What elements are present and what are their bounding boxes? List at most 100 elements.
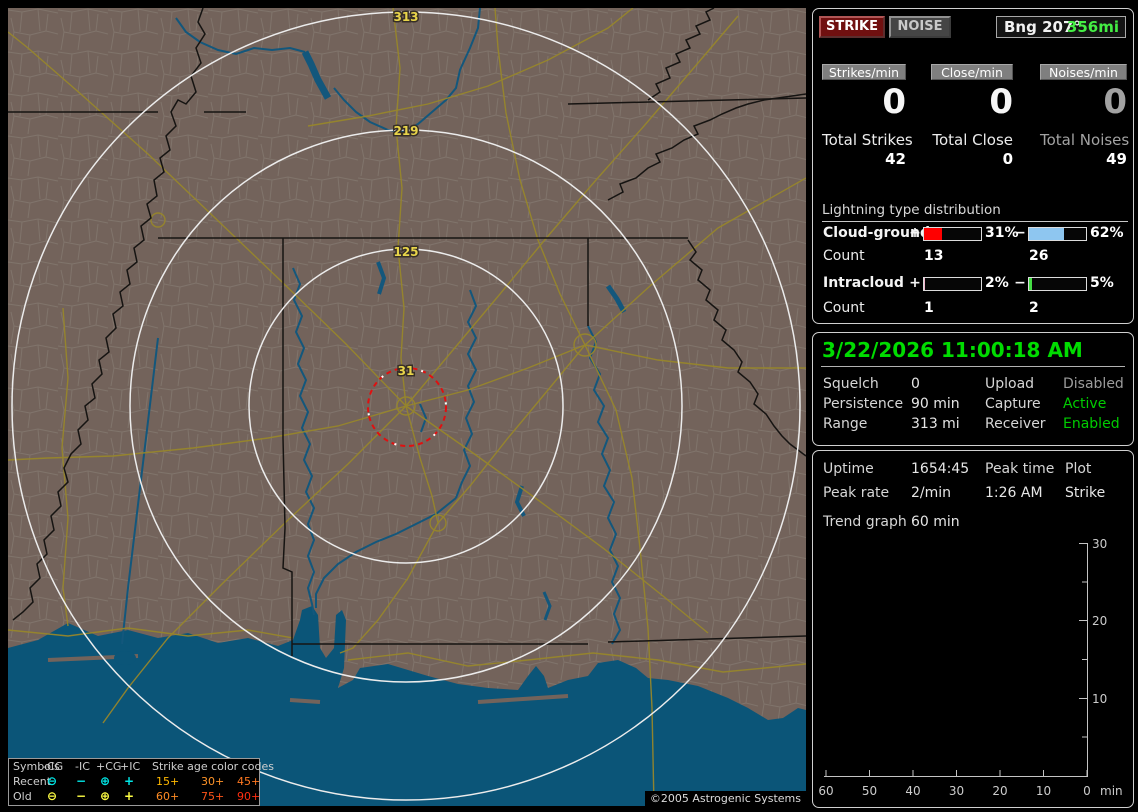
x-axis-unit: min <box>1100 784 1123 798</box>
age-90: 90+ <box>237 790 261 803</box>
copyright-text: ©2005 Astrogenic Systems <box>644 791 806 806</box>
app-window: { "map": { "ring_labels": [ {"text": "31… <box>0 0 1138 812</box>
upload-label: Upload <box>985 376 1035 392</box>
cg-minus-sign: − <box>1014 225 1026 241</box>
cg-negative-count: 26 <box>1029 248 1049 264</box>
cg-negative-pct: 62% <box>1090 225 1124 241</box>
capture-label: Capture <box>985 396 1041 412</box>
noises-per-min-value: 0 <box>1103 82 1127 122</box>
legend-col-neg-cg: -CG <box>43 760 64 773</box>
noise-button[interactable]: NOISE <box>889 16 951 38</box>
datetime-display: 3/22/2026 11:00:18 AM <box>822 338 1083 362</box>
plot-header: Plot <box>1065 461 1092 477</box>
persistence-label: Persistence <box>823 396 904 412</box>
x-tick-20: 20 <box>992 784 1007 798</box>
legend-age-header: Strike age color codes <box>152 760 274 773</box>
peak-time-header: Peak time <box>985 461 1055 477</box>
trend-graph: 30 20 10 60 50 40 30 20 10 0 min <box>818 537 1122 798</box>
strikes-per-min-value: 0 <box>882 82 906 122</box>
close-per-min-value: 0 <box>989 82 1013 122</box>
x-tick-60: 60 <box>818 784 833 798</box>
x-tick-0: 0 <box>1083 784 1091 798</box>
upload-status: Disabled <box>1063 376 1124 392</box>
uptime-value: 1654:45 <box>911 461 970 477</box>
counter-panel: STRIKE NOISE Bng 207° 356mi Strikes/min … <box>812 8 1134 324</box>
trend-graph-label: Trend graph <box>823 514 907 530</box>
recent-pos-ic-icon: + <box>123 774 135 788</box>
bearing-readout: Bng 207° 356mi <box>996 16 1126 38</box>
age-45: 45+ <box>237 775 261 788</box>
receiver-label: Receiver <box>985 416 1046 432</box>
old-pos-ic-icon: + <box>123 789 135 803</box>
receiver-status: Enabled <box>1063 416 1120 432</box>
map-legend: Symbols -CG -IC +CG +IC Strike age color… <box>8 758 274 806</box>
y-tick-20: 20 <box>1092 614 1107 628</box>
close-per-min-button[interactable]: Close/min <box>931 64 1013 80</box>
trend-panel: Uptime 1654:45 Peak time Plot Peak rate … <box>812 450 1134 808</box>
legend-col-neg-ic: -IC <box>75 760 90 773</box>
ic-minus-sign: − <box>1014 275 1026 291</box>
x-tick-10: 10 <box>1036 784 1051 798</box>
legend-col-pos-cg: +CG <box>96 760 122 773</box>
capture-status: Active <box>1063 396 1107 412</box>
recent-neg-cg-icon: ⊖ <box>46 774 58 788</box>
ring-label-219: 219 <box>393 124 418 138</box>
x-tick-40: 40 <box>905 784 920 798</box>
trend-axes <box>824 543 1088 777</box>
plot-value[interactable]: Strike <box>1065 485 1105 501</box>
radar-map[interactable]: 313 219 125 31 Symbols -CG -IC +CG +IC S… <box>8 8 806 806</box>
ic-negative-bar <box>1028 277 1087 291</box>
peak-rate-value: 2/min <box>911 485 952 501</box>
distribution-header: Lightning type distribution <box>822 202 1128 222</box>
recent-pos-cg-icon: ⊕ <box>99 774 111 788</box>
trend-graph-value[interactable]: 60 min <box>911 514 960 530</box>
cg-count-label: Count <box>823 248 865 264</box>
recent-neg-ic-icon: − <box>75 774 87 788</box>
cg-plus-sign: + <box>909 225 921 241</box>
peak-time-value: 1:26 AM <box>985 485 1043 501</box>
strike-button[interactable]: STRIKE <box>819 16 885 38</box>
ic-positive-pct: 2% <box>985 275 1009 291</box>
peak-rate-label: Peak rate <box>823 485 890 501</box>
ic-negative-count: 2 <box>1029 300 1039 316</box>
trend-axis-labels: 30 20 10 60 50 40 30 20 10 0 min <box>818 537 1122 798</box>
total-noises-value: 49 <box>1106 150 1127 168</box>
legend-col-pos-ic: +IC <box>120 760 141 773</box>
squelch-label: Squelch <box>823 376 879 392</box>
map-canvas: 313 219 125 31 <box>8 8 806 806</box>
total-strikes-label: Total Strikes <box>822 131 913 149</box>
y-tick-30: 30 <box>1092 537 1107 551</box>
x-tick-30: 30 <box>949 784 964 798</box>
ic-positive-bar <box>923 277 982 291</box>
range-value: 313 mi <box>911 416 960 432</box>
ic-positive-count: 1 <box>924 300 934 316</box>
uptime-label: Uptime <box>823 461 874 477</box>
ic-plus-sign: + <box>909 275 921 291</box>
divider-line <box>821 366 1125 367</box>
cg-negative-bar <box>1028 227 1087 241</box>
y-tick-10: 10 <box>1092 692 1107 706</box>
squelch-value: 0 <box>911 376 920 392</box>
age-15: 15+ <box>156 775 180 788</box>
old-pos-cg-icon: ⊕ <box>99 789 111 803</box>
noises-per-min-button[interactable]: Noises/min <box>1040 64 1127 80</box>
strikes-per-min-button[interactable]: Strikes/min <box>822 64 906 80</box>
total-noises-label: Total Noises <box>1040 131 1130 149</box>
ring-label-31: 31 <box>398 364 415 378</box>
intracloud-label: Intracloud <box>823 275 904 291</box>
total-strikes-value: 42 <box>885 150 906 168</box>
old-neg-cg-icon: ⊖ <box>46 789 58 803</box>
total-close-label: Total Close <box>932 131 1013 149</box>
total-close-value: 0 <box>1002 150 1013 168</box>
cg-positive-bar <box>923 227 982 241</box>
ring-label-125: 125 <box>393 245 418 259</box>
age-30: 30+ <box>201 775 225 788</box>
persistence-value: 90 min <box>911 396 960 412</box>
ic-negative-pct: 5% <box>1090 275 1114 291</box>
age-60: 60+ <box>156 790 180 803</box>
legend-row-old-label: Old <box>13 790 32 803</box>
old-neg-ic-icon: − <box>75 789 87 803</box>
cg-positive-count: 13 <box>924 248 944 264</box>
ic-count-label: Count <box>823 300 865 316</box>
age-75: 75+ <box>201 790 225 803</box>
